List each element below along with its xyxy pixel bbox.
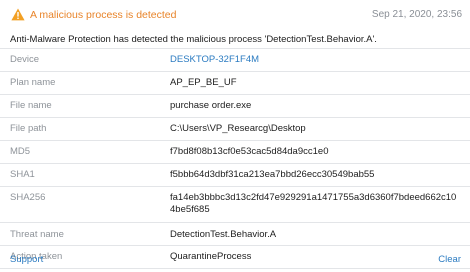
detail-row-sha1: SHA1 f5bbb64d3dbf31ca213ea7bbd26ecc30549… — [0, 163, 470, 186]
sha1-value: f5bbb64d3dbf31ca213ea7bbd26ecc30549bab55 — [170, 169, 375, 180]
md5-label: MD5 — [10, 146, 31, 157]
detail-row-threat-name: Threat name DetectionTest.Behavior.A — [0, 222, 470, 245]
warning-icon — [11, 8, 25, 21]
md5-value: f7bd8f08b13cf0e53cac5d84da9cc1e0 — [170, 146, 329, 157]
threat-name-value: DetectionTest.Behavior.A — [170, 229, 277, 240]
device-label: Device — [10, 54, 40, 65]
alert-details: Device DESKTOP-32F1F4M Plan name AP_EP_B… — [0, 48, 470, 269]
detail-row-file-path: File path C:\Users\VP_Researcg\Desktop — [0, 117, 470, 140]
support-link[interactable]: Support — [10, 254, 43, 265]
clear-button[interactable]: Clear — [438, 254, 461, 265]
detail-row-plan-name: Plan name AP_EP_BE_UF — [0, 71, 470, 94]
sha1-label: SHA1 — [10, 169, 35, 180]
threat-name-label: Threat name — [10, 229, 64, 240]
detail-row-device: Device DESKTOP-32F1F4M — [0, 48, 470, 71]
alert-message: Anti-Malware Protection has detected the… — [10, 34, 377, 45]
alert-timestamp: Sep 21, 2020, 23:56 — [371, 9, 462, 20]
alert-header: A malicious process is detected Sep 21, … — [0, 0, 470, 30]
device-link[interactable]: DESKTOP-32F1F4M — [170, 54, 460, 66]
file-path-label: File path — [10, 123, 47, 134]
file-name-label: File name — [10, 100, 52, 111]
file-name-value: purchase order.exe — [170, 100, 252, 111]
plan-name-value: AP_EP_BE_UF — [170, 77, 237, 88]
plan-name-label: Plan name — [10, 77, 56, 88]
alert-footer: Support Clear — [0, 250, 470, 272]
alert-title: A malicious process is detected — [30, 9, 177, 21]
detail-row-md5: MD5 f7bd8f08b13cf0e53cac5d84da9cc1e0 — [0, 140, 470, 163]
file-path-value: C:\Users\VP_Researcg\Desktop — [170, 123, 306, 134]
sha256-label: SHA256 — [10, 192, 46, 203]
detail-row-file-name: File name purchase order.exe — [0, 94, 470, 117]
sha256-value: fa14eb3bbbc3d13c2fd47e929291a1471755a3d6… — [170, 192, 457, 215]
detail-row-sha256: SHA256 fa14eb3bbbc3d13c2fd47e929291a1471… — [0, 186, 470, 222]
